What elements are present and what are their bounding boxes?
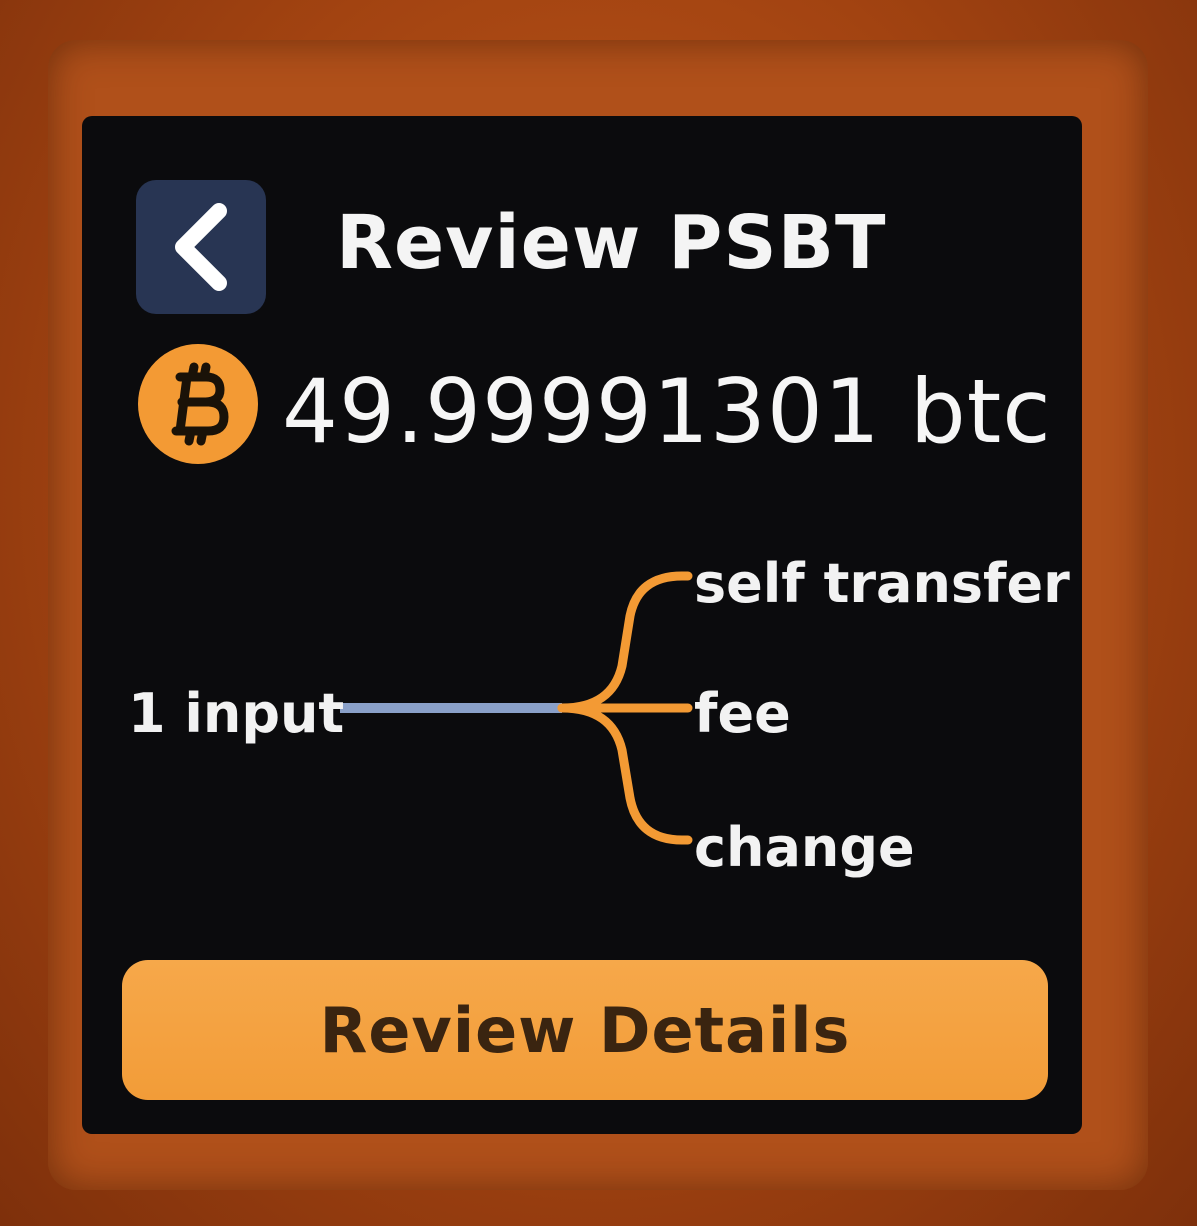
review-details-button[interactable]: Review Details [122, 960, 1048, 1100]
output-label-self-transfer: self transfer [694, 552, 1070, 615]
input-count-label: 1 input [128, 682, 345, 745]
transaction-flow-diagram: 1 input self transfer fee change [82, 536, 1082, 896]
branch-line-self-transfer [557, 571, 693, 713]
output-label-change: change [694, 816, 915, 879]
output-label-fee: fee [694, 682, 791, 745]
device-bezel: Review PSBT 49.99991301 btc 1 input self… [0, 0, 1197, 1226]
page-title: Review PSBT [336, 200, 887, 286]
branch-line-change [557, 703, 693, 845]
device-screen: Review PSBT 49.99991301 btc 1 input self… [82, 116, 1082, 1134]
chevron-left-icon [175, 203, 227, 291]
back-button[interactable] [136, 180, 266, 314]
amount-value: 49.99991301 btc [282, 360, 1052, 463]
bitcoin-icon [138, 344, 258, 464]
